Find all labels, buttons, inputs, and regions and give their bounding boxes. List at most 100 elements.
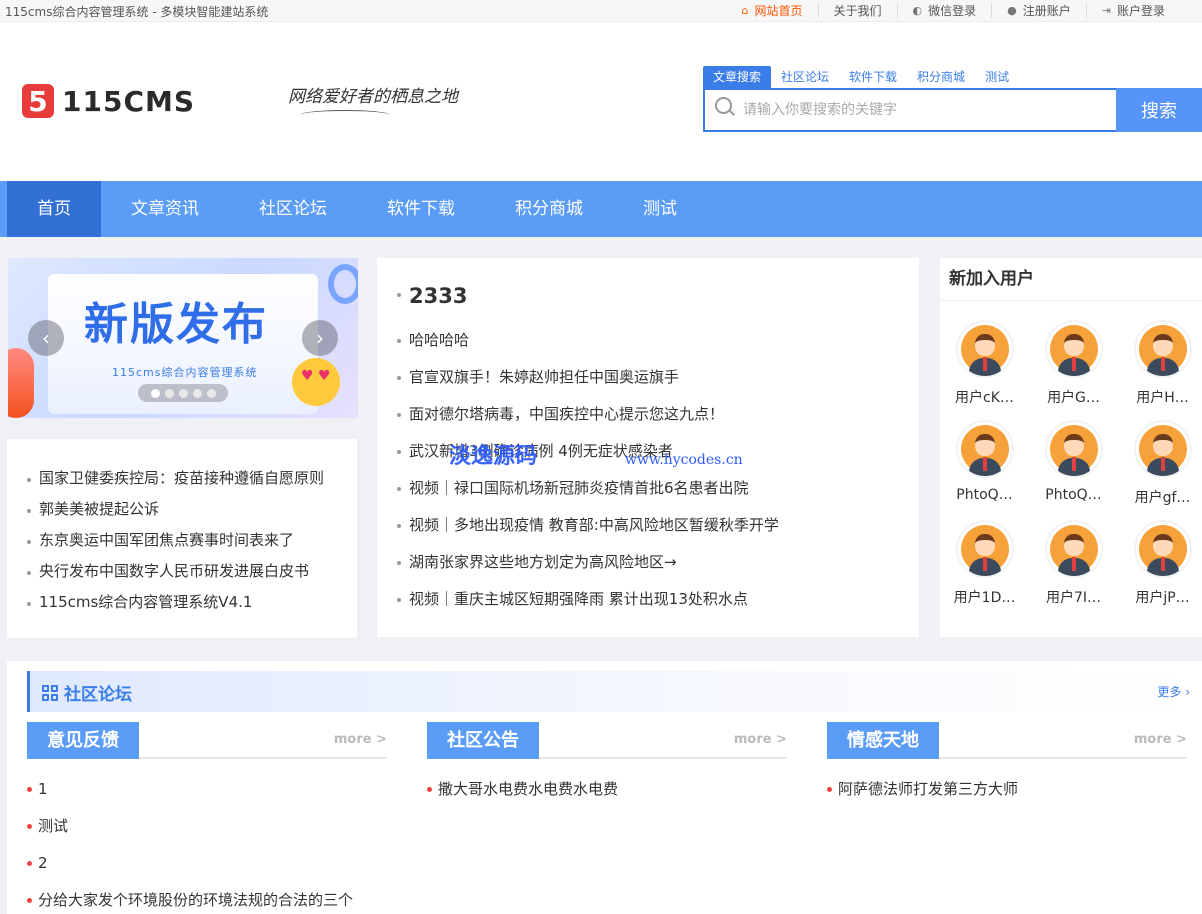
banner-title: 新版发布 — [84, 299, 268, 350]
user-name: PhtoQ… — [956, 487, 1013, 503]
carousel-next-button[interactable]: › — [302, 320, 338, 356]
list-item[interactable]: 撒大哥水电费水电费水电费 — [427, 771, 787, 808]
heart-eyes-emoji-icon — [292, 358, 340, 406]
search-button[interactable]: 搜索 — [1116, 88, 1202, 132]
top-bar: 115cms综合内容管理系统 - 多模块智能建站系统 ⌂ 网站首页 关于我们 ◐… — [0, 0, 1202, 22]
column-title[interactable]: 情感天地 — [827, 722, 939, 759]
about-link[interactable]: 关于我们 — [817, 3, 897, 18]
login-link[interactable]: ⇥ 账户登录 — [1085, 3, 1180, 18]
search-panel: 文章搜索 社区论坛 软件下载 积分商城 测试 搜索 — [703, 62, 1202, 132]
login-icon: ⇥ — [1101, 4, 1111, 17]
carousel-dot[interactable] — [150, 388, 160, 398]
user-card[interactable]: PhtoQ… — [940, 420, 1029, 520]
search-icon — [715, 97, 732, 114]
register-label: 注册账户 — [1022, 4, 1071, 18]
list-item[interactable]: 阿萨德法师打发第三方大师 — [827, 771, 1187, 808]
user-card[interactable]: PhtoQ… — [1029, 420, 1118, 520]
news-item[interactable]: 115cms综合内容管理系统V4.1 — [27, 587, 347, 618]
user-card[interactable]: 用户jP… — [1118, 520, 1202, 620]
user-card[interactable]: 用户G… — [1029, 320, 1118, 420]
banner-carousel[interactable]: 新版发布 115cms综合内容管理系统 ‹ › — [8, 258, 358, 418]
search-tab-test[interactable]: 测试 — [975, 66, 1019, 88]
user-name: 用户H… — [1136, 390, 1189, 406]
column-header: 社区公告 more > — [427, 722, 787, 759]
column-more-link[interactable]: more > — [334, 732, 387, 747]
news-item[interactable]: 视频｜重庆主城区短期强降雨 累计出现13处积水点 — [397, 581, 899, 618]
logo-text: 115CMS — [62, 84, 196, 118]
logo-mark: 5 — [22, 84, 54, 118]
carousel-dot[interactable] — [206, 388, 216, 398]
forum-column-announcements: 社区公告 more > 撒大哥水电费水电费水电费 — [427, 722, 787, 808]
wechat-login-link[interactable]: ◐ 微信登录 — [896, 3, 992, 18]
user-card[interactable]: 用户gf… — [1118, 420, 1202, 520]
search-input[interactable] — [705, 90, 1116, 130]
user-name: 用户gf… — [1134, 490, 1191, 506]
news-item[interactable]: 东京奥运中国军团焦点赛事时间表来了 — [27, 525, 347, 556]
avatar — [1044, 520, 1103, 578]
carousel-dot[interactable] — [192, 388, 202, 398]
users-grid: 用户cK… 用户G… 用户H… PhtoQ… PhtoQ… 用户gf… 用户1D… — [940, 301, 1202, 620]
banner-decoration — [8, 348, 34, 418]
forum-title-label: 社区论坛 — [64, 685, 132, 705]
nav-test[interactable]: 测试 — [613, 181, 707, 237]
register-link[interactable]: ● 注册账户 — [991, 3, 1086, 18]
nav-home[interactable]: 首页 — [7, 181, 101, 237]
news-item[interactable]: 郭美美被提起公诉 — [27, 494, 347, 525]
search-tab-shop[interactable]: 积分商城 — [907, 66, 975, 88]
search-tab-articles[interactable]: 文章搜索 — [703, 66, 772, 88]
news-item[interactable]: 湖南张家界这些地方划定为高风险地区→ — [397, 544, 899, 581]
home-link[interactable]: ⌂ 网站首页 — [727, 3, 818, 18]
column-title[interactable]: 意见反馈 — [27, 722, 139, 759]
column-title[interactable]: 社区公告 — [427, 722, 539, 759]
list-item[interactable]: 1 — [27, 771, 387, 808]
forum-title: 社区论坛 — [42, 680, 132, 705]
user-card[interactable]: 用户7I… — [1029, 520, 1118, 620]
nav-articles[interactable]: 文章资讯 — [101, 181, 229, 237]
list-item[interactable]: 分给大家发个环境股份的环境法规的合法的三个 — [27, 882, 387, 914]
new-users-title: 新加入用户 — [940, 258, 1202, 301]
left-news-panel: 国家卫健委疾控局：疫苗接种遵循自愿原则 郭美美被提起公诉 东京奥运中国军团焦点赛… — [7, 439, 357, 638]
grid-icon — [42, 684, 58, 701]
carousel-prev-button[interactable]: ‹ — [28, 320, 64, 356]
news-item[interactable]: 官宣双旗手！朱婷赵帅担任中国奥运旗手 — [397, 359, 899, 396]
carousel-dot[interactable] — [178, 388, 188, 398]
news-item[interactable]: 视频｜多地出现疫情 教育部:中高风险地区暂缓秋季开学 — [397, 507, 899, 544]
avatar — [1133, 320, 1192, 378]
user-card[interactable]: 用户1D… — [940, 520, 1029, 620]
headline-item[interactable]: 2333 — [397, 278, 899, 322]
user-name: 用户1D… — [953, 590, 1016, 606]
news-item[interactable]: 国家卫健委疾控局：疫苗接种遵循自愿原则 — [27, 463, 347, 494]
avatar — [1133, 420, 1192, 478]
column-more-link[interactable]: more > — [1134, 732, 1187, 747]
news-item[interactable]: 哈哈哈哈 — [397, 322, 899, 359]
forum-more-link[interactable]: 更多 › — [1157, 683, 1190, 700]
nav-shop[interactable]: 积分商城 — [485, 181, 613, 237]
top-links: ⌂ 网站首页 关于我们 ◐ 微信登录 ● 注册账户 ⇥ 账户登录 — [727, 3, 1181, 18]
avatar — [955, 520, 1014, 578]
avatar — [1133, 520, 1192, 578]
news-item[interactable]: 面对德尔塔病毒，中国疾控中心提示您这九点！ — [397, 396, 899, 433]
list-item[interactable]: 测试 — [27, 808, 387, 845]
slogan: 网络爱好者的栖息之地 — [288, 87, 458, 107]
user-card[interactable]: 用户cK… — [940, 320, 1029, 420]
news-item[interactable]: 视频｜禄口国际机场新冠肺炎疫情首批6名患者出院 — [397, 470, 899, 507]
avatar — [1044, 420, 1103, 478]
news-item[interactable]: 央行发布中国数字人民币研发进展白皮书 — [27, 556, 347, 587]
search-tabs: 文章搜索 社区论坛 软件下载 积分商城 测试 — [703, 62, 1202, 88]
banner-subtitle: 115cms综合内容管理系统 — [112, 366, 258, 379]
column-header: 情感天地 more > — [827, 722, 1187, 759]
column-list: 阿萨德法师打发第三方大师 — [827, 759, 1187, 808]
user-name: 用户cK… — [955, 390, 1014, 406]
search-tab-software[interactable]: 软件下载 — [839, 66, 907, 88]
nav-software[interactable]: 软件下载 — [357, 181, 485, 237]
search-tab-forum[interactable]: 社区论坛 — [771, 66, 839, 88]
watermark-url: www.hycodes.cn — [625, 452, 743, 468]
carousel-dot[interactable] — [164, 388, 174, 398]
list-item[interactable]: 2 — [27, 845, 387, 882]
column-more-link[interactable]: more > — [734, 732, 787, 747]
nav-forum[interactable]: 社区论坛 — [229, 181, 357, 237]
forum-more-label: 更多 — [1157, 685, 1182, 699]
site-logo[interactable]: 5 115CMS — [22, 84, 195, 118]
user-name: 用户jP… — [1135, 590, 1190, 606]
user-card[interactable]: 用户H… — [1118, 320, 1202, 420]
